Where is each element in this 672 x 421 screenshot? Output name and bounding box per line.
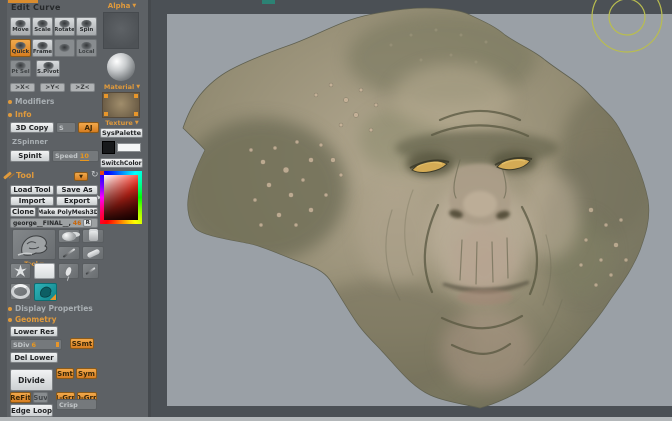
secondary-color-swatch[interactable]: [102, 141, 115, 154]
smt-button[interactable]: Smt: [56, 368, 74, 379]
divider-handle-icon[interactable]: [262, 0, 275, 4]
axis-z-button[interactable]: >Z<: [70, 83, 95, 92]
copy3d-button[interactable]: 3D Copy: [10, 122, 54, 133]
edge-loop-button[interactable]: Edge Loop: [10, 404, 53, 417]
crisp-slider[interactable]: Crisp: [56, 399, 97, 410]
import-button[interactable]: Import: [10, 196, 54, 206]
tool-section-header[interactable]: Tool: [16, 171, 34, 180]
refit-button[interactable]: ReFit: [10, 392, 31, 403]
aj-button[interactable]: AJ: [78, 122, 99, 133]
material-header[interactable]: Material▼: [100, 83, 144, 91]
torus-icon: [11, 284, 30, 299]
tool-cell-pen[interactable]: [82, 263, 99, 279]
axis-y-button[interactable]: >Y<: [40, 83, 65, 92]
tool-cell-cylinder[interactable]: [82, 229, 104, 243]
edit-curve-title: Edit Curve: [11, 3, 61, 12]
sculpt-canvas[interactable]: [151, 0, 672, 421]
switchcolor-button[interactable]: SwitchColor: [100, 158, 143, 168]
texture-header[interactable]: Texture▼: [100, 119, 144, 127]
primary-color-swatch[interactable]: [117, 143, 141, 152]
panel-left-strip: [0, 0, 7, 417]
clone-button[interactable]: Clone: [10, 207, 36, 217]
tool-cell-ring[interactable]: [10, 283, 31, 300]
quick-button[interactable]: Quick: [10, 39, 31, 57]
current-tool-name-field[interactable]: george__FINAL__, 46 R: [10, 218, 98, 228]
zspinner-label: ZSpinner: [12, 138, 48, 146]
local-button[interactable]: Local: [76, 39, 97, 57]
suv-button[interactable]: Suv: [33, 392, 48, 403]
section-dot-icon: [8, 307, 12, 311]
chevron-down-icon: ▼: [135, 120, 139, 126]
pen-icon: [85, 267, 95, 275]
scale-button[interactable]: Scale: [32, 17, 53, 36]
display-properties-section[interactable]: Display Properties: [8, 304, 93, 313]
ptsel-button[interactable]: Pt Sel: [10, 60, 31, 77]
slider-handle[interactable]: [56, 342, 59, 347]
spoon-icon: [65, 266, 73, 276]
tool-cell-brush[interactable]: [58, 246, 80, 260]
alpha-header[interactable]: Alpha▼: [100, 2, 144, 10]
chevron-down-icon: ▼: [132, 3, 136, 9]
star-icon: [14, 265, 27, 278]
brush-icon: [63, 248, 76, 258]
sym-button[interactable]: Sym: [76, 368, 97, 379]
selected-corner-icon: [50, 294, 56, 300]
spivot-button[interactable]: S.Pivot: [36, 60, 60, 77]
tool-cell-current-head[interactable]: [34, 283, 57, 301]
section-dot-icon: [8, 100, 12, 104]
move-button[interactable]: Move: [10, 17, 31, 36]
export-button[interactable]: Export: [56, 196, 98, 206]
sdiv-slider[interactable]: SDiv 6: [10, 339, 62, 350]
geometry-section[interactable]: Geometry: [8, 315, 56, 324]
spinit-button[interactable]: SpinIt: [10, 150, 50, 162]
tool-menu-arrow-icon[interactable]: ▼: [74, 172, 88, 181]
tool-cell-star[interactable]: [10, 263, 31, 279]
tool-cell-spoon[interactable]: [58, 263, 79, 279]
chevron-down-icon: ▼: [136, 84, 140, 90]
texture-corner-icon: [104, 112, 108, 116]
frame-button[interactable]: Frame: [32, 39, 53, 57]
section-dot-icon: [8, 318, 12, 322]
zbrush-app-window: Edit Curve Move Scale Rotate Spin Quick …: [0, 0, 672, 421]
spheres-icon: [62, 232, 76, 241]
texture-corner-icon: [134, 112, 138, 116]
texture-corner-icon: [134, 94, 138, 98]
color-picker[interactable]: [100, 171, 142, 224]
texture-thumbnail[interactable]: [102, 92, 140, 118]
s-slider[interactable]: S: [56, 122, 76, 133]
tool-cell-simple-brush[interactable]: [34, 263, 55, 279]
save-as-button[interactable]: Save As: [56, 185, 98, 195]
cube-icon: [59, 44, 70, 52]
info-section[interactable]: Info: [8, 110, 32, 119]
color-picker-shade: [104, 175, 138, 220]
load-tool-button[interactable]: Load Tool: [10, 185, 54, 195]
syspalette-button[interactable]: SysPalette: [100, 128, 143, 138]
section-dot-icon: [8, 113, 12, 117]
wireframe-cube-button[interactable]: [54, 39, 75, 57]
color-picker-marker: [100, 171, 104, 175]
cylinder-icon: [89, 231, 98, 241]
divide-button[interactable]: Divide: [10, 369, 53, 391]
material-sphere-thumbnail[interactable]: [107, 53, 135, 81]
spin-button[interactable]: Spin: [76, 17, 97, 36]
tool-preview-thumbnail[interactable]: [12, 229, 56, 260]
modifiers-section[interactable]: Modifiers: [8, 97, 54, 106]
lower-res-button[interactable]: Lower Res: [10, 326, 58, 337]
tool-cell-multimarker[interactable]: [58, 229, 80, 243]
make-polymesh3d-button[interactable]: Make PolyMesh3D: [38, 207, 98, 217]
texture-corner-icon: [104, 94, 108, 98]
alpha-thumbnail[interactable]: [103, 12, 139, 49]
del-lower-button[interactable]: Del Lower: [10, 352, 58, 363]
ssmt-button[interactable]: SSmt: [70, 338, 94, 349]
capsule-icon: [86, 248, 100, 258]
rotate-button[interactable]: Rotate: [54, 17, 75, 36]
restore-icon[interactable]: ↻: [91, 170, 99, 180]
tool-preview-sketch-icon: [14, 231, 54, 258]
speed-slider[interactable]: Speed 10: [52, 150, 99, 162]
r-button[interactable]: R: [83, 219, 92, 227]
left-panel: Edit Curve Move Scale Rotate Spin Quick …: [0, 0, 151, 417]
tool-cell-roller[interactable]: [82, 246, 104, 260]
bottom-edge-strip: [0, 417, 672, 421]
axis-x-button[interactable]: >X<: [10, 83, 35, 92]
